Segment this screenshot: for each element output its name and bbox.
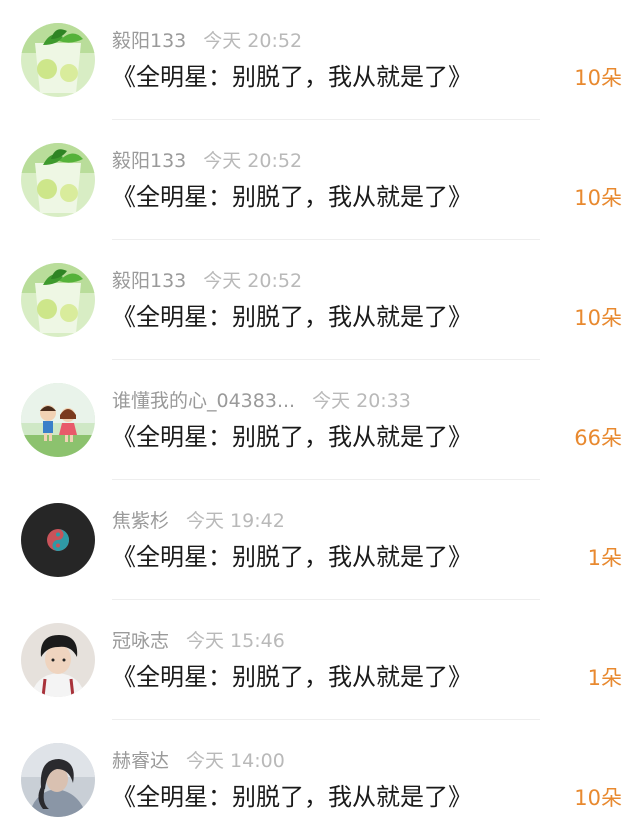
list-item[interactable]: 谁懂我的心_04383... 今天 20:33 《全明星：别脱了，我从就是了》 6…	[0, 360, 640, 480]
timestamp: 今天 20:52	[203, 270, 303, 292]
list-item[interactable]: 赫睿达 今天 14:00 《全明星：别脱了，我从就是了》 10朵	[0, 720, 640, 836]
boy-photo-avatar-icon	[21, 623, 95, 697]
avatar[interactable]	[21, 383, 95, 457]
item-meta: 毅阳133 今天 20:52	[112, 268, 302, 294]
username[interactable]: 毅阳133	[112, 30, 186, 52]
gift-count: 10朵	[574, 306, 622, 330]
item-meta: 焦紫杉 今天 19:42	[112, 508, 285, 534]
item-meta: 毅阳133 今天 20:52	[112, 148, 302, 174]
item-title[interactable]: 《全明星：别脱了，我从就是了》	[112, 780, 472, 814]
list-item[interactable]: 毅阳133 今天 20:52 《全明星：别脱了，我从就是了》 10朵	[0, 120, 640, 240]
avatar[interactable]	[21, 23, 95, 97]
avatar[interactable]	[21, 143, 95, 217]
gift-count: 1朵	[587, 666, 622, 690]
timestamp: 今天 15:46	[186, 630, 285, 652]
mojito-drink-avatar-icon	[21, 263, 95, 337]
woman-photo-avatar-icon	[21, 743, 95, 817]
gift-count: 10朵	[574, 66, 622, 90]
timestamp: 今天 20:52	[203, 30, 303, 52]
avatar[interactable]	[21, 623, 95, 697]
avatar[interactable]	[21, 263, 95, 337]
list-item[interactable]: 毅阳133 今天 20:52 《全明星：别脱了，我从就是了》 10朵	[0, 240, 640, 360]
list-item[interactable]: 毅阳133 今天 20:52 《全明星：别脱了，我从就是了》 10朵	[0, 0, 640, 120]
timestamp: 今天 19:42	[186, 510, 285, 532]
item-title[interactable]: 《全明星：别脱了，我从就是了》	[112, 420, 472, 454]
username[interactable]: 冠咏志	[112, 630, 169, 652]
mojito-drink-avatar-icon	[21, 23, 95, 97]
gift-count: 10朵	[574, 786, 622, 810]
item-title[interactable]: 《全明星：别脱了，我从就是了》	[112, 300, 472, 334]
gift-record-list: 毅阳133 今天 20:52 《全明星：别脱了，我从就是了》 10朵 毅阳133 今…	[0, 0, 640, 836]
item-meta: 毅阳133 今天 20:52	[112, 28, 302, 54]
username[interactable]: 毅阳133	[112, 270, 186, 292]
mojito-drink-avatar-icon	[21, 143, 95, 217]
timestamp: 今天 20:52	[203, 150, 303, 172]
username[interactable]: 焦紫杉	[112, 510, 169, 532]
username[interactable]: 毅阳133	[112, 150, 186, 172]
gift-count: 1朵	[587, 546, 622, 570]
item-title[interactable]: 《全明星：别脱了，我从就是了》	[112, 540, 472, 574]
item-meta: 谁懂我的心_04383... 今天 20:33	[112, 388, 411, 414]
username[interactable]: 赫睿达	[112, 750, 169, 772]
timestamp: 今天 14:00	[186, 750, 285, 772]
gift-count: 10朵	[574, 186, 622, 210]
timestamp: 今天 20:33	[312, 390, 411, 412]
item-title[interactable]: 《全明星：别脱了，我从就是了》	[112, 660, 472, 694]
avatar[interactable]	[21, 503, 95, 577]
item-meta: 冠咏志 今天 15:46	[112, 628, 285, 654]
username[interactable]: 谁懂我的心_04383...	[112, 390, 295, 412]
item-title[interactable]: 《全明星：别脱了，我从就是了》	[112, 180, 472, 214]
cartoon-kids-avatar-icon	[21, 383, 95, 457]
item-title[interactable]: 《全明星：别脱了，我从就是了》	[112, 60, 472, 94]
list-item[interactable]: 焦紫杉 今天 19:42 《全明星：别脱了，我从就是了》 1朵	[0, 480, 640, 600]
gift-count: 66朵	[574, 426, 622, 450]
list-item[interactable]: 冠咏志 今天 15:46 《全明星：别脱了，我从就是了》 1朵	[0, 600, 640, 720]
avatar[interactable]	[21, 743, 95, 817]
item-meta: 赫睿达 今天 14:00	[112, 748, 285, 774]
dark-emblem-avatar-icon	[21, 503, 95, 577]
